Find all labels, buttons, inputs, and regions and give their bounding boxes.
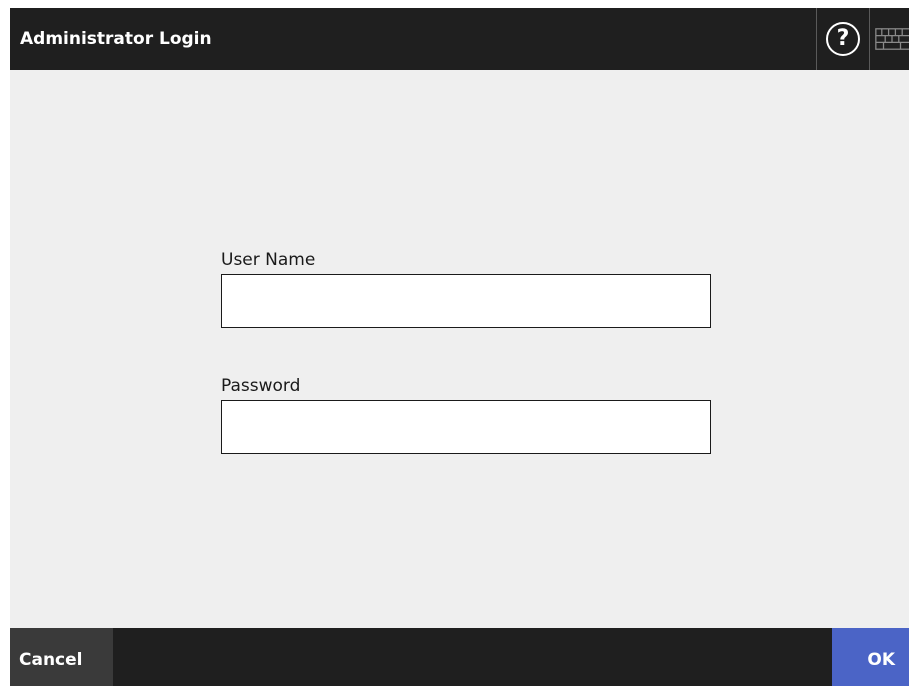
ok-button[interactable]: OK — [832, 628, 909, 686]
cancel-button[interactable]: Cancel — [10, 628, 113, 686]
password-label: Password — [221, 376, 301, 396]
help-icon: ? — [826, 22, 860, 56]
login-window: Administrator Login ? User Name Password… — [10, 8, 909, 686]
password-input[interactable] — [221, 400, 711, 454]
action-bar: Cancel OK — [10, 628, 909, 686]
keyboard-button[interactable] — [869, 8, 909, 70]
username-label: User Name — [221, 250, 316, 270]
title-bar: Administrator Login ? — [10, 8, 909, 70]
keyboard-icon — [875, 28, 909, 50]
page-title: Administrator Login — [20, 29, 212, 49]
help-button[interactable]: ? — [816, 8, 869, 70]
username-input[interactable] — [221, 274, 711, 328]
